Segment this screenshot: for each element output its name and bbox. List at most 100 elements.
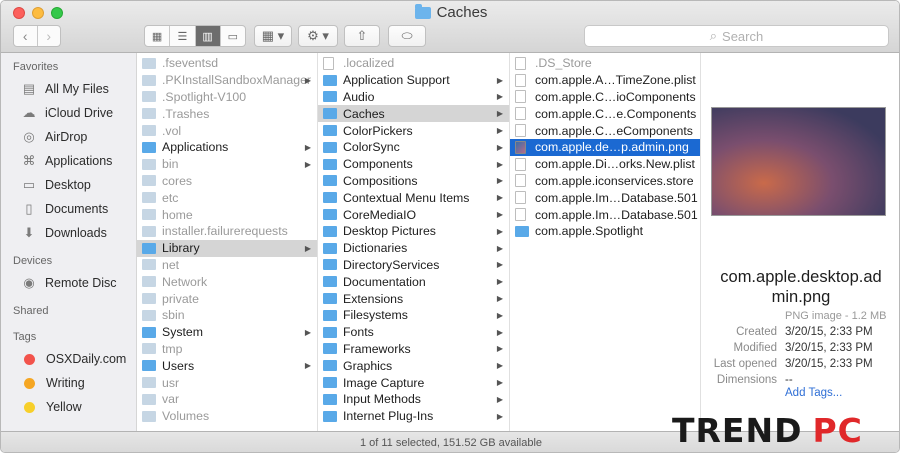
- folder-row[interactable]: Input Methods ▶: [318, 391, 509, 408]
- file-row[interactable]: com.apple.C…eComponents: [510, 122, 700, 139]
- folder-row[interactable]: ColorPickers ▶: [318, 122, 509, 139]
- folder-row[interactable]: installer.failurerequests: [137, 223, 317, 240]
- folder-row[interactable]: ColorSync ▶: [318, 139, 509, 156]
- sidebar-item-airdrop[interactable]: ◎ AirDrop: [1, 125, 136, 149]
- folder-row[interactable]: DirectoryServices ▶: [318, 257, 509, 274]
- cover-flow-button[interactable]: ▭: [219, 26, 245, 46]
- folder-row[interactable]: .Spotlight-V100: [137, 89, 317, 106]
- sidebar-item-documents[interactable]: ▯ Documents: [1, 197, 136, 221]
- add-tags-link[interactable]: Add Tags...: [785, 387, 842, 399]
- action-button[interactable]: ⚙ ▾: [298, 25, 338, 47]
- sidebar-tag-label: OSXDaily.com: [46, 352, 127, 366]
- search-input[interactable]: ⌕ Search: [584, 25, 889, 47]
- folder-row[interactable]: .vol: [137, 122, 317, 139]
- folder-row[interactable]: Library ▶: [137, 239, 317, 257]
- folder-row[interactable]: .PKInstallSandboxManager ▶: [137, 72, 317, 89]
- item-label: .fseventsd: [162, 56, 219, 71]
- folder-row[interactable]: Dictionaries ▶: [318, 240, 509, 257]
- all-files-icon: ▤: [22, 81, 36, 96]
- item-label: Audio: [343, 89, 375, 104]
- forward-button[interactable]: ›: [36, 26, 61, 46]
- file-row[interactable]: .localized: [318, 55, 509, 72]
- file-row[interactable]: com.apple.Im…Database.501: [510, 189, 700, 206]
- file-row[interactable]: com.apple.Im…Database.501: [510, 206, 700, 223]
- folder-row[interactable]: .Trashes: [137, 105, 317, 122]
- sidebar-item-label: All My Files: [45, 82, 109, 96]
- folder-row[interactable]: Components ▶: [318, 156, 509, 173]
- disclosure-arrow-icon: ▶: [496, 193, 503, 203]
- column-view-button[interactable]: ▥: [194, 26, 220, 46]
- arrange-button[interactable]: ▦ ▾: [254, 25, 292, 47]
- folder-row[interactable]: etc: [137, 189, 317, 206]
- folder-row[interactable]: Graphics ▶: [318, 357, 509, 374]
- sidebar-tag-label: Writing: [46, 376, 85, 390]
- folder-row[interactable]: Documentation ▶: [318, 273, 509, 290]
- folder-icon: [414, 3, 431, 19]
- folder-row[interactable]: Network: [137, 273, 317, 290]
- folder-row[interactable]: Frameworks ▶: [318, 341, 509, 358]
- folder-row[interactable]: Audio ▶: [318, 89, 509, 106]
- sidebar-item-applications[interactable]: ⌘ Applications: [1, 149, 136, 173]
- sidebar-tag-label: Yellow: [46, 400, 82, 414]
- item-label: Image Capture: [343, 375, 425, 390]
- folder-row[interactable]: Caches ▶: [318, 105, 509, 123]
- folder-row[interactable]: CoreMediaIO ▶: [318, 206, 509, 223]
- list-view-button[interactable]: ☰: [169, 26, 194, 46]
- folder-row[interactable]: Fonts ▶: [318, 324, 509, 341]
- sidebar-tag-osxdaily-com[interactable]: OSXDaily.com: [1, 347, 136, 371]
- folder-row[interactable]: .fseventsd: [137, 55, 317, 72]
- file-row[interactable]: com.apple.A…TimeZone.plist: [510, 72, 700, 89]
- created-label: Created: [736, 326, 777, 338]
- sidebar-tag-yellow[interactable]: Yellow: [1, 395, 136, 419]
- folder-icon: [142, 343, 156, 355]
- icon-view-button[interactable]: ▦: [145, 26, 169, 46]
- file-row[interactable]: com.apple.iconservices.store: [510, 173, 700, 190]
- folder-row[interactable]: cores: [137, 173, 317, 190]
- folder-row[interactable]: home: [137, 206, 317, 223]
- item-label: com.apple.de…p.admin.png: [535, 140, 689, 155]
- folder-row[interactable]: Users ▶: [137, 357, 317, 374]
- folder-row[interactable]: Internet Plug-Ins ▶: [318, 408, 509, 425]
- folder-row[interactable]: Volumes: [137, 408, 317, 425]
- folder-row[interactable]: Compositions ▶: [318, 173, 509, 190]
- sidebar-item-all-my-files[interactable]: ▤ All My Files: [1, 77, 136, 101]
- last-opened-value: 3/20/15, 2:33 PM: [785, 358, 873, 370]
- sidebar-item-label: Remote Disc: [45, 276, 117, 290]
- sidebar-item-downloads[interactable]: ⬇ Downloads: [1, 221, 136, 245]
- folder-row[interactable]: bin ▶: [137, 156, 317, 173]
- sidebar-item-desktop[interactable]: ▭ Desktop: [1, 173, 136, 197]
- folder-row[interactable]: Application Support ▶: [318, 72, 509, 89]
- folder-row[interactable]: Applications ▶: [137, 139, 317, 156]
- folder-icon: [142, 259, 156, 271]
- folder-row[interactable]: com.apple.Spotlight: [510, 223, 700, 240]
- folder-row[interactable]: private: [137, 290, 317, 307]
- applications-icon: ⌘: [22, 153, 36, 168]
- folder-row[interactable]: usr: [137, 374, 317, 391]
- edit-tags-button[interactable]: ⬭: [388, 25, 426, 47]
- file-row[interactable]: com.apple.Di…orks.New.plist: [510, 156, 700, 173]
- folder-row[interactable]: Contextual Menu Items ▶: [318, 189, 509, 206]
- file-row[interactable]: com.apple.de…p.admin.png: [510, 138, 700, 156]
- folder-row[interactable]: Extensions ▶: [318, 290, 509, 307]
- share-button[interactable]: ⇧: [344, 25, 380, 47]
- file-row[interactable]: com.apple.C…e.Components: [510, 105, 700, 122]
- folder-row[interactable]: tmp: [137, 341, 317, 358]
- folder-row[interactable]: Image Capture ▶: [318, 374, 509, 391]
- folder-row[interactable]: net: [137, 257, 317, 274]
- folder-row[interactable]: sbin: [137, 307, 317, 324]
- preview-kind: PNG image - 1.2 MB: [785, 310, 887, 322]
- sidebar-item-remote-disc[interactable]: ◉ Remote Disc: [1, 271, 136, 295]
- folder-row[interactable]: Filesystems ▶: [318, 307, 509, 324]
- file-row[interactable]: com.apple.C…ioComponents: [510, 89, 700, 106]
- sidebar-tag-writing[interactable]: Writing: [1, 371, 136, 395]
- disclosure-arrow-icon: ▶: [496, 159, 503, 169]
- file-row[interactable]: .DS_Store: [510, 55, 700, 72]
- folder-row[interactable]: Desktop Pictures ▶: [318, 223, 509, 240]
- sidebar-item-icloud-drive[interactable]: ☁ iCloud Drive: [1, 101, 136, 125]
- folder-row[interactable]: var: [137, 391, 317, 408]
- back-button[interactable]: ‹: [14, 26, 37, 46]
- folder-icon: [142, 158, 156, 170]
- folder-row[interactable]: System ▶: [137, 324, 317, 341]
- folder-icon: [142, 57, 156, 69]
- file-icon: [515, 107, 526, 121]
